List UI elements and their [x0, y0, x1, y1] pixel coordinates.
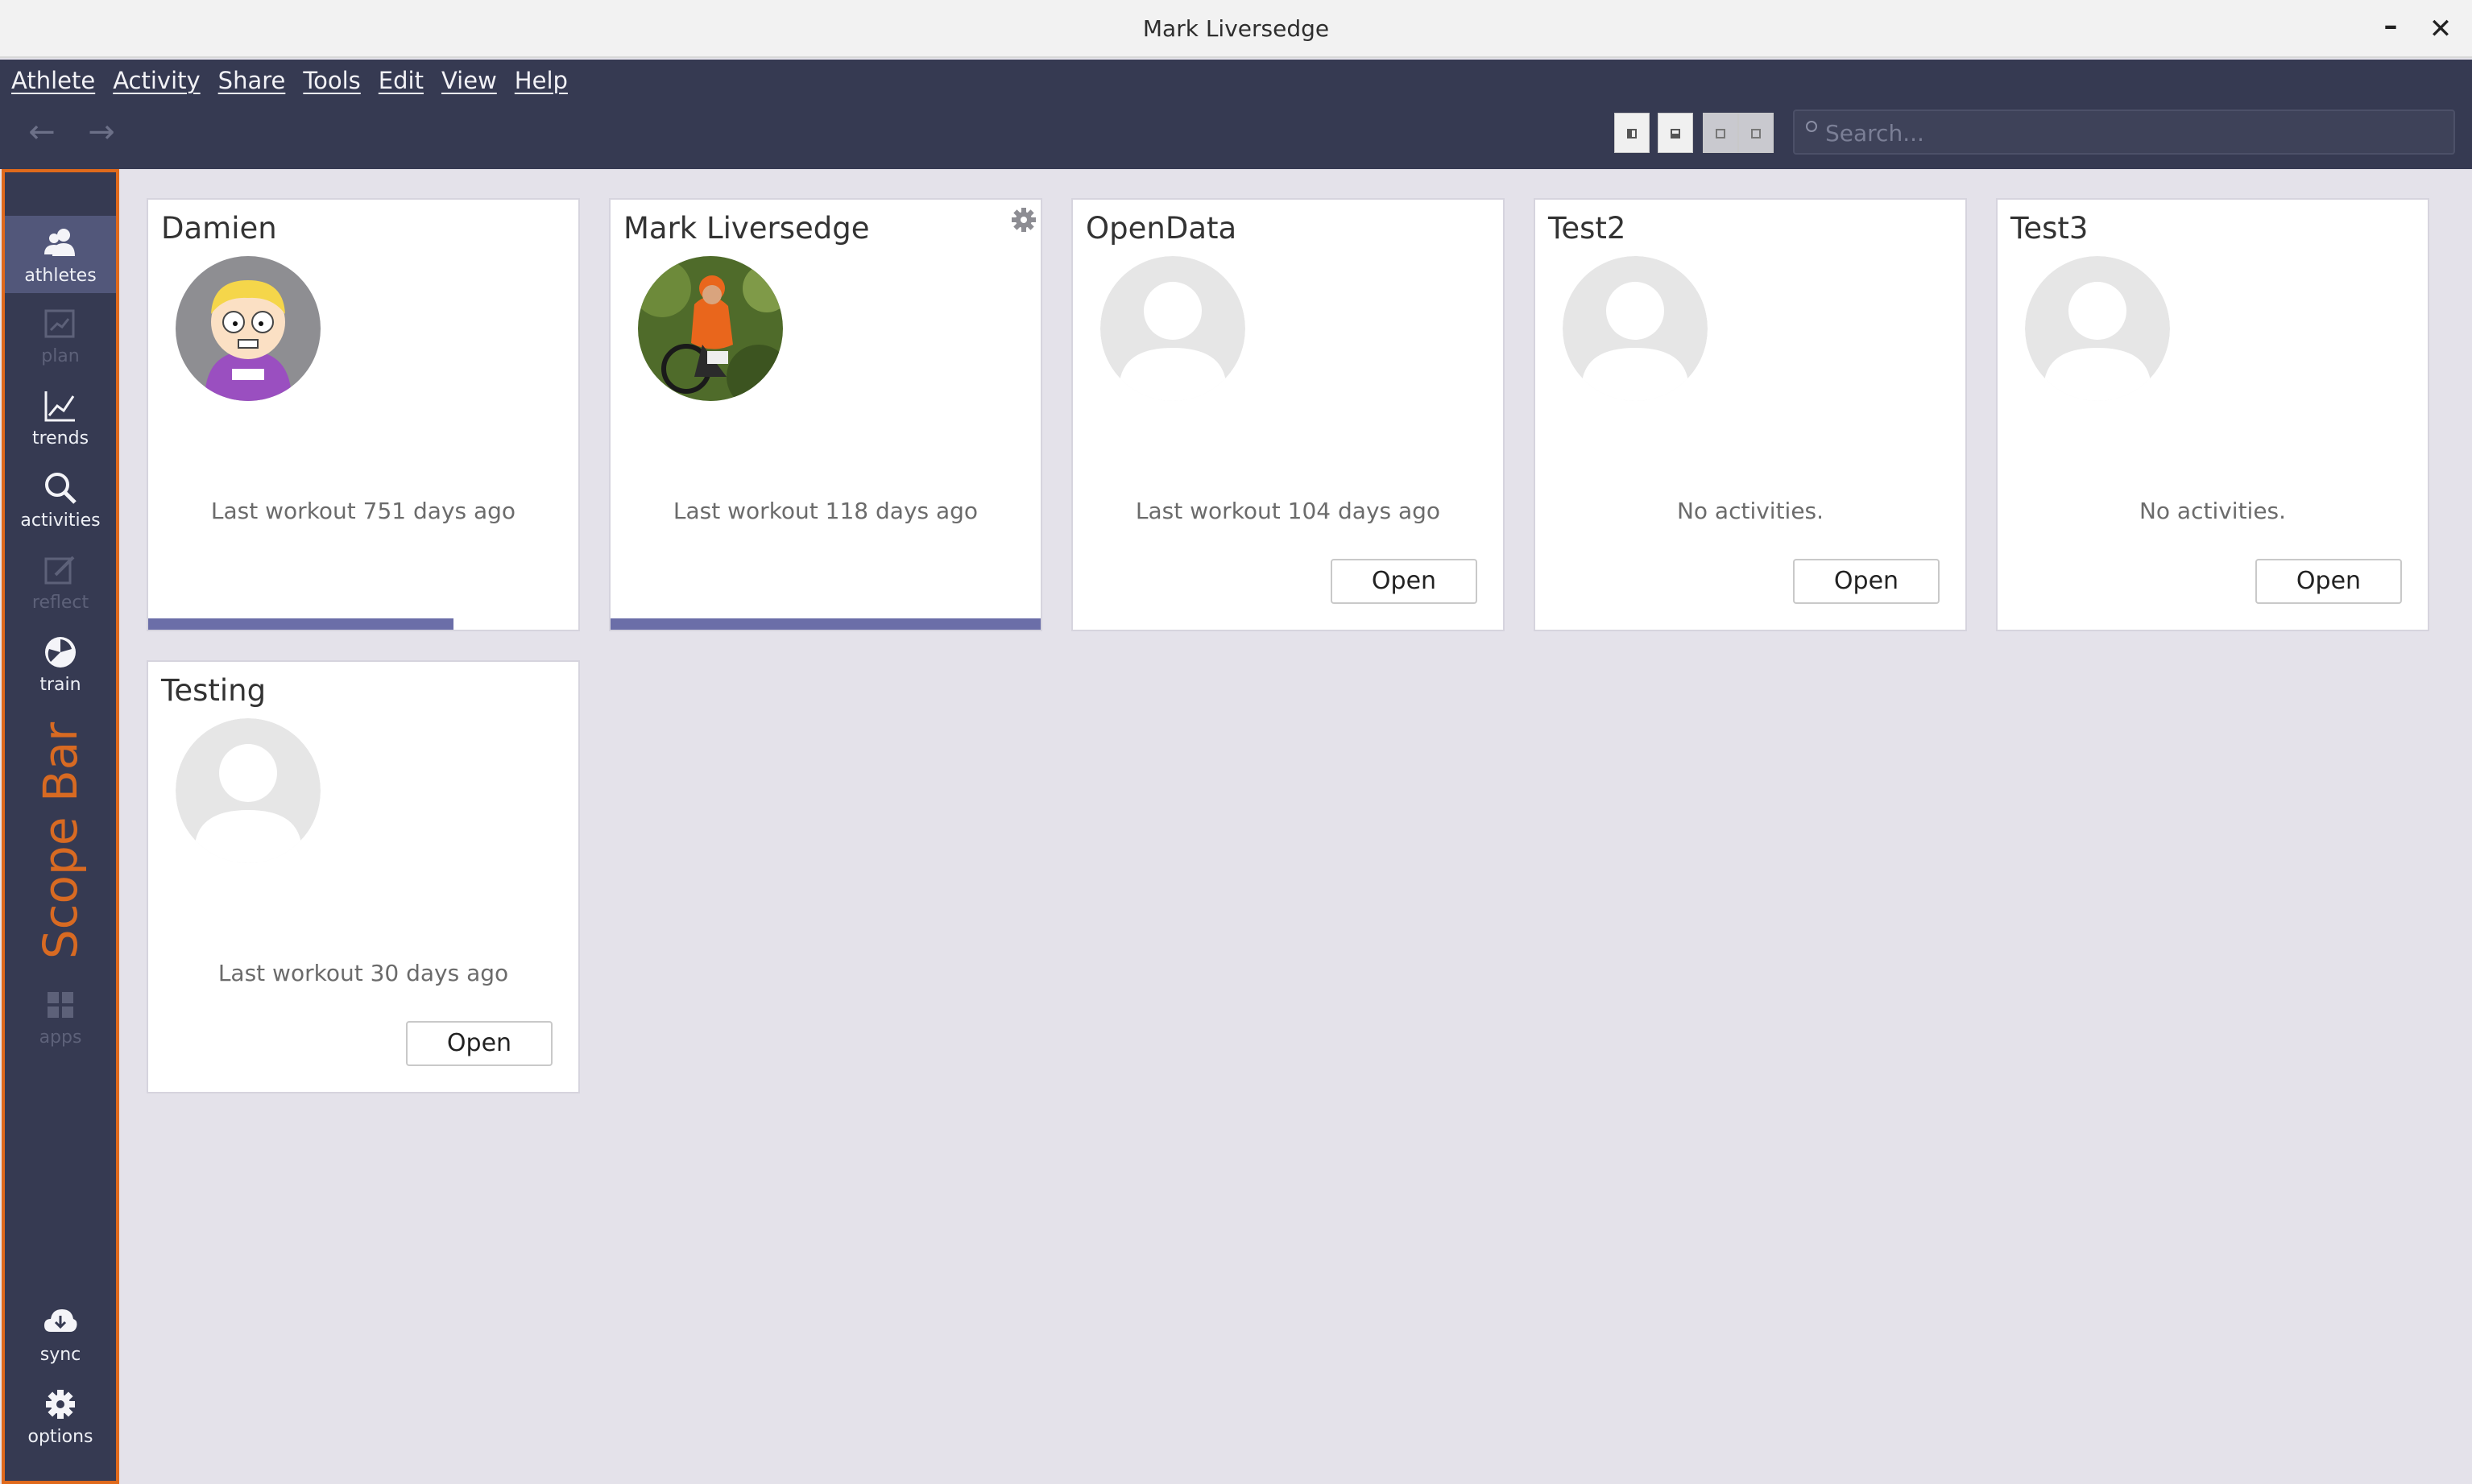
tab-view-button[interactable]	[1703, 113, 1738, 153]
bottom-bar-layout-icon	[1671, 129, 1680, 138]
reflect-icon	[44, 556, 75, 585]
apps-icon	[48, 992, 73, 1018]
open-button[interactable]: Open	[1793, 559, 1940, 604]
athlete-name: Testing	[161, 673, 267, 708]
forward-arrow-icon[interactable]: →	[81, 111, 122, 153]
load-progress-bar	[148, 618, 454, 630]
menu-share[interactable]: Share	[218, 67, 286, 94]
cartoon-avatar-icon	[176, 256, 321, 401]
scope-plan: plan	[5, 296, 116, 374]
athlete-avatar	[1563, 256, 1708, 401]
sidebar-toggle-button[interactable]	[1614, 113, 1650, 153]
default-avatar-icon	[176, 718, 321, 863]
scope-trends-label: trends	[31, 428, 89, 449]
minimize-button[interactable]: –	[2373, 8, 2408, 43]
athlete-avatar	[176, 256, 321, 401]
athletes-icon	[44, 229, 75, 256]
scope-options[interactable]: options	[5, 1377, 116, 1454]
scope-train-label: train	[39, 675, 81, 695]
scope-athletes-label: athletes	[24, 266, 97, 286]
scope-reflect: reflect	[5, 543, 116, 620]
main-toolbar: Athlete Activity Share Tools Edit View H…	[0, 60, 2472, 169]
athlete-card[interactable]: Test2 No activities. Open	[1534, 198, 1967, 631]
search-input[interactable]	[1825, 118, 2437, 148]
athlete-card[interactable]: Test3 No activities. Open	[1996, 198, 2429, 631]
scope-apps-label: apps	[39, 1027, 82, 1048]
trends-icon	[44, 391, 75, 422]
tab-layout-icon	[1716, 129, 1725, 138]
menu-edit[interactable]: Edit	[379, 67, 424, 94]
last-workout-text: Last workout 30 days ago	[217, 960, 509, 986]
scope-sync[interactable]: sync	[5, 1295, 116, 1372]
activities-icon	[45, 473, 77, 504]
scope-plan-label: plan	[41, 346, 80, 366]
open-button[interactable]: Open	[406, 1021, 553, 1066]
athlete-avatar	[176, 718, 321, 863]
open-button[interactable]: Open	[1331, 559, 1477, 604]
scope-activities-label: activities	[20, 511, 101, 531]
open-button[interactable]: Open	[2255, 559, 2402, 604]
athlete-card[interactable]: Damien Last workout 751 days ago	[147, 198, 580, 631]
bottom-bar-toggle-button[interactable]	[1658, 113, 1693, 153]
train-icon	[45, 637, 76, 668]
scope-bar-title-text: Scope Bar	[33, 721, 88, 960]
menu-help[interactable]: Help	[515, 67, 568, 94]
options-icon	[46, 1390, 75, 1419]
athlete-name: OpenData	[1086, 211, 1237, 246]
athlete-card[interactable]: Testing Last workout 30 days ago Open	[147, 660, 580, 1093]
search-icon	[1806, 121, 1817, 132]
title-bar: Mark Liversedge – ✕	[0, 0, 2472, 58]
menu-activity[interactable]: Activity	[113, 67, 200, 94]
tile-view-button[interactable]	[1738, 113, 1774, 153]
menu-tools[interactable]: Tools	[303, 67, 360, 94]
sync-icon	[44, 1309, 77, 1332]
gear-icon[interactable]	[1010, 206, 1037, 234]
tile-layout-icon	[1751, 129, 1761, 138]
no-activities-text: No activities.	[1676, 498, 1824, 524]
load-progress-bar	[611, 618, 1041, 630]
scope-bar-title: Scope Bar	[16, 722, 105, 959]
scope-apps: apps	[5, 978, 116, 1055]
scope-sync-label: sync	[39, 1345, 81, 1365]
default-avatar-icon	[2025, 256, 2170, 401]
menu-athlete[interactable]: Athlete	[11, 67, 95, 94]
close-button[interactable]: ✕	[2423, 11, 2458, 47]
search-box[interactable]	[1793, 110, 2455, 155]
last-workout-text: Last workout 118 days ago	[673, 498, 979, 524]
scope-reflect-label: reflect	[31, 593, 89, 613]
athlete-name: Test3	[2010, 211, 2089, 246]
menu-bar: Athlete Activity Share Tools Edit View H…	[0, 60, 586, 101]
default-avatar-icon	[1563, 256, 1708, 401]
athlete-card[interactable]: OpenData Last workout 104 days ago Open	[1071, 198, 1505, 631]
scope-options-label: options	[27, 1427, 93, 1447]
athlete-name: Mark Liversedge	[623, 211, 870, 246]
athlete-card[interactable]: Mark Liversedge Last workout 118 days ag…	[609, 198, 1042, 631]
sidebar-layout-icon	[1627, 129, 1637, 138]
scope-bar: athletes plan trends activities reflect …	[2, 169, 119, 1484]
menu-view[interactable]: View	[441, 67, 497, 94]
athlete-name: Test2	[1548, 211, 1626, 246]
last-workout-text: Last workout 751 days ago	[210, 498, 516, 524]
scope-athletes[interactable]: athletes	[5, 216, 116, 293]
back-arrow-icon[interactable]: ←	[21, 111, 63, 153]
scope-trends[interactable]: trends	[5, 378, 116, 456]
no-activities-text: No activities.	[2139, 498, 2287, 524]
window-title: Mark Liversedge	[1142, 15, 1330, 42]
plan-icon	[44, 309, 75, 338]
cyclist-photo-icon	[638, 256, 783, 401]
athlete-name: Damien	[161, 211, 277, 246]
athlete-avatar	[1100, 256, 1245, 401]
scope-activities[interactable]: activities	[5, 461, 116, 538]
athletes-grid: Damien Last workout 751 days ago Mark Li…	[121, 169, 2472, 1484]
last-workout-text: Last workout 104 days ago	[1135, 498, 1441, 524]
default-avatar-icon	[1100, 256, 1245, 401]
athlete-avatar	[2025, 256, 2170, 401]
scope-train[interactable]: train	[5, 625, 116, 702]
athlete-avatar	[638, 256, 783, 401]
